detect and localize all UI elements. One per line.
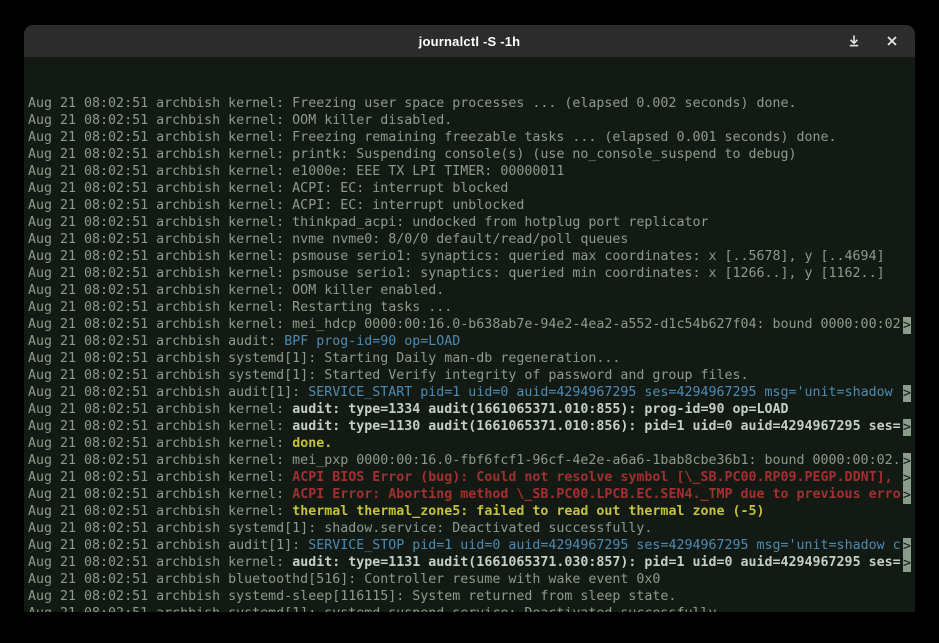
truncation-marker: > bbox=[903, 555, 911, 572]
log-segment: Aug 21 08:02:51 archbish kernel: Freezin… bbox=[28, 96, 797, 111]
truncation-marker: > bbox=[903, 453, 911, 470]
log-line: Aug 21 08:02:51 archbish audit[1]: SERVI… bbox=[28, 537, 911, 554]
download-icon bbox=[847, 34, 861, 48]
log-segment: Aug 21 08:02:51 archbish kernel: bbox=[28, 402, 292, 417]
log-segment: Aug 21 08:02:51 archbish kernel: OOM kil… bbox=[28, 283, 444, 298]
log-segment: Aug 21 08:02:51 archbish audit[1]: bbox=[28, 538, 308, 553]
log-line: Aug 21 08:02:51 archbish kernel: ACPI: E… bbox=[28, 197, 911, 214]
log-line: Aug 21 08:02:51 archbish audit[1]: SERVI… bbox=[28, 384, 911, 401]
log-segment: Aug 21 08:02:51 archbish kernel: bbox=[28, 555, 292, 570]
terminal-window: journalctl -S -1h Aug 21 08:02:51 archbi… bbox=[24, 25, 915, 612]
log-line: Aug 21 08:02:51 archbish kernel: thermal… bbox=[28, 503, 911, 520]
log-line: Aug 21 08:02:51 archbish kernel: psmouse… bbox=[28, 265, 911, 282]
log-line: Aug 21 08:02:51 archbish kernel: nvme nv… bbox=[28, 231, 911, 248]
log-segment: Aug 21 08:02:51 archbish systemd[1]: sys… bbox=[28, 606, 724, 612]
log-segment: Aug 21 08:02:51 archbish kernel: e1000e:… bbox=[28, 164, 564, 179]
log-line: Aug 21 08:02:51 archbish kernel: mei_hdc… bbox=[28, 316, 911, 333]
close-icon bbox=[886, 35, 898, 47]
log-segment: Aug 21 08:02:51 archbish kernel: nvme nv… bbox=[28, 232, 628, 247]
log-line: Aug 21 08:02:51 archbish kernel: mei_pxp… bbox=[28, 452, 911, 469]
log-segment: Aug 21 08:02:51 archbish systemd-sleep[1… bbox=[28, 589, 676, 604]
log-line: Aug 21 08:02:51 archbish kernel: Freezin… bbox=[28, 95, 911, 112]
truncation-marker: > bbox=[903, 470, 911, 487]
terminal-output[interactable]: Aug 21 08:02:51 archbish kernel: Freezin… bbox=[24, 57, 915, 612]
log-line: Aug 21 08:02:51 archbish kernel: done. bbox=[28, 435, 911, 452]
titlebar[interactable]: journalctl -S -1h bbox=[24, 25, 915, 57]
log-segment: SERVICE_START pid=1 uid=0 auid=429496729… bbox=[308, 385, 900, 400]
log-segment: Aug 21 08:02:51 archbish kernel: Restart… bbox=[28, 300, 452, 315]
log-segment: Aug 21 08:02:51 archbish kernel: ACPI: E… bbox=[28, 181, 508, 196]
close-button[interactable] bbox=[883, 32, 901, 50]
log-segment: Aug 21 08:02:51 archbish kernel: mei_hdc… bbox=[28, 317, 901, 332]
log-segment: Aug 21 08:02:51 archbish kernel: Freezin… bbox=[28, 130, 837, 145]
log-line: Aug 21 08:02:51 archbish kernel: audit: … bbox=[28, 401, 911, 418]
log-segment: Aug 21 08:02:51 archbish kernel: mei_pxp… bbox=[28, 453, 901, 468]
log-segment: Aug 21 08:02:51 archbish kernel: thinkpa… bbox=[28, 215, 708, 230]
log-segment: audit: type=1334 audit(1661065371.010:85… bbox=[292, 402, 788, 417]
truncation-marker: > bbox=[903, 487, 911, 504]
log-line: Aug 21 08:02:51 archbish systemd[1]: sha… bbox=[28, 520, 911, 537]
log-line: Aug 21 08:02:51 archbish kernel: thinkpa… bbox=[28, 214, 911, 231]
log-segment: Aug 21 08:02:51 archbish kernel: OOM kil… bbox=[28, 113, 452, 128]
log-line: Aug 21 08:02:51 archbish kernel: OOM kil… bbox=[28, 282, 911, 299]
log-segment: Aug 21 08:02:51 archbish audit[1]: bbox=[28, 385, 308, 400]
log-line: Aug 21 08:02:51 archbish kernel: psmouse… bbox=[28, 248, 911, 265]
log-segment: Aug 21 08:02:51 archbish bluetoothd[516]… bbox=[28, 572, 660, 587]
log-segment: Aug 21 08:02:51 archbish kernel: bbox=[28, 504, 292, 519]
titlebar-buttons bbox=[845, 25, 901, 57]
log-segment: Aug 21 08:02:51 archbish systemd[1]: Sta… bbox=[28, 351, 620, 366]
log-line: Aug 21 08:02:51 archbish kernel: OOM kil… bbox=[28, 112, 911, 129]
log-line: Aug 21 08:02:51 archbish kernel: Restart… bbox=[28, 299, 911, 316]
log-line: Aug 21 08:02:51 archbish kernel: ACPI: E… bbox=[28, 180, 911, 197]
log-segment: SERVICE_STOP pid=1 uid=0 auid=4294967295… bbox=[308, 538, 900, 553]
log-line: Aug 21 08:02:51 archbish systemd[1]: Sta… bbox=[28, 350, 911, 367]
log-line: Aug 21 08:02:51 archbish kernel: ACPI Er… bbox=[28, 486, 911, 503]
log-segment: BPF prog-id=90 op=LOAD bbox=[284, 334, 460, 349]
log-line: Aug 21 08:02:51 archbish kernel: audit: … bbox=[28, 554, 911, 571]
log-segment: Aug 21 08:02:51 archbish audit: bbox=[28, 334, 284, 349]
download-button[interactable] bbox=[845, 32, 863, 50]
log-segment: Aug 21 08:02:51 archbish kernel: psmouse… bbox=[28, 249, 885, 264]
truncation-marker: > bbox=[903, 317, 911, 334]
log-segment: Aug 21 08:02:51 archbish kernel: bbox=[28, 419, 292, 434]
log-line: Aug 21 08:02:51 archbish kernel: Freezin… bbox=[28, 129, 911, 146]
log-segment: audit: type=1131 audit(1661065371.030:85… bbox=[292, 555, 900, 570]
log-line: Aug 21 08:02:51 archbish systemd[1]: Sta… bbox=[28, 367, 911, 384]
log-segment: ACPI Error: Aborting method \_SB.PC00.LP… bbox=[292, 487, 900, 502]
log-line: Aug 21 08:02:51 archbish systemd-sleep[1… bbox=[28, 588, 911, 605]
log-segment: audit: type=1130 audit(1661065371.010:85… bbox=[292, 419, 900, 434]
log-line: Aug 21 08:02:51 archbish bluetoothd[516]… bbox=[28, 571, 911, 588]
log-segment: Aug 21 08:02:51 archbish kernel: printk:… bbox=[28, 147, 797, 162]
log-line: Aug 21 08:02:51 archbish audit: BPF prog… bbox=[28, 333, 911, 350]
log-segment: Aug 21 08:02:51 archbish kernel: psmouse… bbox=[28, 266, 885, 281]
truncation-marker: > bbox=[903, 419, 911, 436]
truncation-marker: > bbox=[903, 538, 911, 555]
log-segment: Aug 21 08:02:51 archbish systemd[1]: sha… bbox=[28, 521, 652, 536]
window-title: journalctl -S -1h bbox=[419, 34, 521, 49]
log-segment: Aug 21 08:02:51 archbish systemd[1]: Sta… bbox=[28, 368, 749, 383]
log-segment: ACPI BIOS Error (bug): Could not resolve… bbox=[292, 470, 900, 485]
log-segment: Aug 21 08:02:51 archbish kernel: bbox=[28, 470, 292, 485]
log-segment: done. bbox=[292, 436, 332, 451]
log-line: Aug 21 08:02:51 archbish kernel: printk:… bbox=[28, 146, 911, 163]
log-line: Aug 21 08:02:51 archbish systemd[1]: sys… bbox=[28, 605, 911, 612]
log-segment: Aug 21 08:02:51 archbish kernel: bbox=[28, 487, 292, 502]
log-segment: Aug 21 08:02:51 archbish kernel: bbox=[28, 436, 292, 451]
log-line: Aug 21 08:02:51 archbish kernel: e1000e:… bbox=[28, 163, 911, 180]
log-line: Aug 21 08:02:51 archbish kernel: audit: … bbox=[28, 418, 911, 435]
log-segment: Aug 21 08:02:51 archbish kernel: ACPI: E… bbox=[28, 198, 524, 213]
log-lines: Aug 21 08:02:51 archbish kernel: Freezin… bbox=[28, 95, 911, 612]
log-segment: thermal thermal_zone5: failed to read ou… bbox=[292, 504, 764, 519]
truncation-marker: > bbox=[903, 385, 911, 402]
log-line: Aug 21 08:02:51 archbish kernel: ACPI BI… bbox=[28, 469, 911, 486]
